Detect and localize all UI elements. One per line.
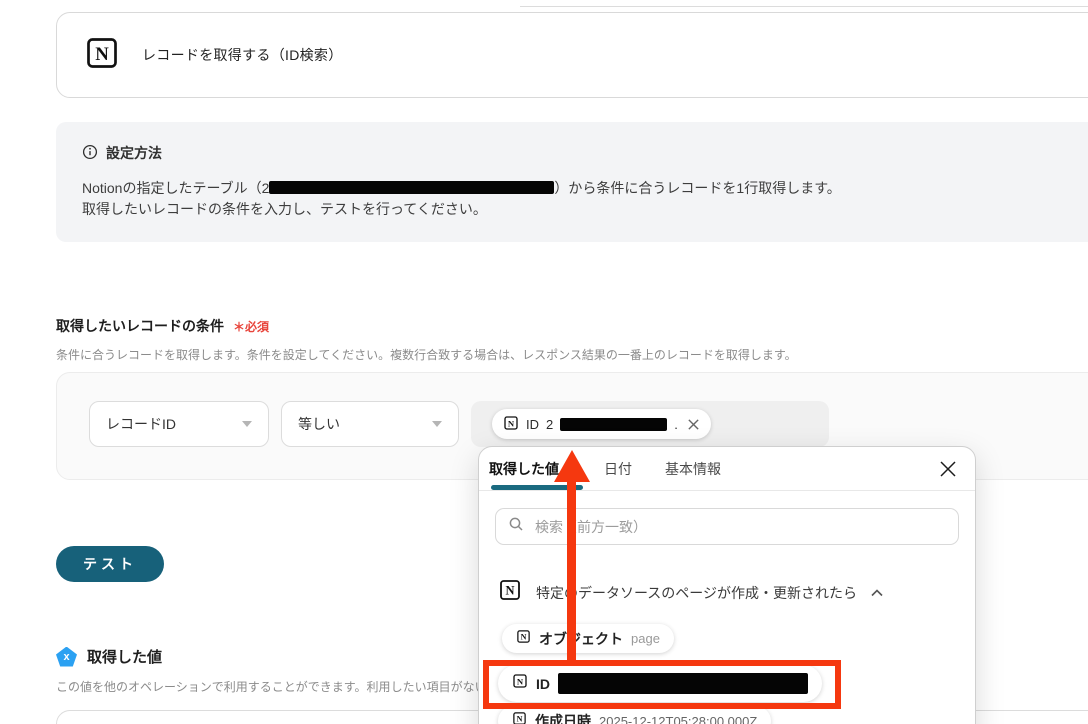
svg-text:N: N	[95, 43, 109, 64]
notion-icon: N	[516, 629, 531, 649]
value-tag-label: ID	[526, 416, 539, 432]
value-item-created-at[interactable]: N 作成日時 2025-12-12T05:28:00.000Z	[498, 706, 772, 724]
chevron-up-icon	[871, 588, 883, 597]
tab-date[interactable]: 日付	[604, 459, 632, 479]
condition-section-title: 取得したいレコードの条件	[56, 318, 224, 334]
info-heading-text: 設定方法	[106, 145, 162, 161]
info-body: Notionの指定したテーブル（2 ）から条件に合うレコードを1行取得します。 取…	[82, 180, 841, 217]
value-item-id[interactable]: N ID	[498, 665, 822, 702]
value-item-object[interactable]: N オブジェクト page	[502, 624, 674, 653]
value-tag-suffix: .	[674, 416, 678, 432]
info-icon	[82, 144, 98, 163]
tab-retrieved-values[interactable]: 取得した値	[489, 459, 559, 479]
notion-icon: N	[84, 35, 120, 76]
step-header-card: N レコードを取得する（ID検索）	[56, 12, 1088, 98]
condition-description: 条件に合うレコードを取得します。条件を設定してください。複数行合致する場合は、レ…	[56, 348, 797, 362]
search-icon	[508, 516, 524, 537]
svg-text:N: N	[505, 584, 514, 598]
value-tag[interactable]: N ID 2 .	[492, 409, 711, 439]
condition-value-field[interactable]: N ID 2 .	[471, 401, 829, 447]
tab-basic-info[interactable]: 基本情報	[665, 459, 721, 479]
top-divider	[520, 6, 1088, 7]
required-badge: ＊必須	[233, 320, 270, 334]
notion-icon: N	[512, 673, 528, 694]
page: N レコードを取得する（ID検索） 設定方法 Notionの指定したテーブル（2…	[0, 0, 1088, 724]
svg-text:N: N	[521, 632, 527, 641]
output-value-badge-icon: x	[56, 646, 77, 667]
setup-info-box: 設定方法 Notionの指定したテーブル（2 ）から条件に合うレコードを1行取得し…	[56, 122, 1088, 242]
value-tag-prefix: 2	[546, 416, 554, 432]
notion-icon: N	[512, 711, 527, 724]
chevron-down-icon	[242, 421, 252, 427]
notion-icon: N	[503, 415, 519, 434]
trigger-group-label: 特定のデータソースのページが作成・更新されたら	[536, 584, 858, 601]
output-section-title: 取得した値	[87, 649, 163, 666]
remove-tag-icon[interactable]	[687, 418, 700, 431]
test-button[interactable]: テスト	[56, 546, 164, 582]
redacted-id-value	[558, 673, 808, 694]
output-description: この値を他のオペレーションで利用することができます。利用したい項目がない場合は、	[56, 680, 535, 694]
search-input[interactable]	[533, 517, 946, 536]
popup-tabs: 取得した値 日付 基本情報	[479, 447, 975, 491]
operator-select[interactable]: 等しい	[281, 401, 459, 447]
close-icon[interactable]	[939, 460, 957, 478]
active-tab-indicator	[491, 485, 583, 490]
svg-text:N: N	[508, 418, 515, 428]
trigger-group-row[interactable]: N 特定のデータソースのページが作成・更新されたら	[498, 578, 883, 607]
step-title: レコードを取得する（ID検索）	[142, 47, 343, 63]
record-field-select[interactable]: レコードID	[89, 401, 269, 447]
svg-text:N: N	[517, 715, 523, 724]
notion-icon: N	[498, 578, 522, 607]
svg-text:N: N	[517, 676, 524, 686]
chevron-down-icon	[432, 421, 442, 427]
value-picker-popup: 取得した値 日付 基本情報 N 特定のデータソースのページが作成・更新されたら	[478, 446, 976, 724]
redacted-record-id	[560, 417, 668, 431]
popup-search-box[interactable]	[495, 508, 959, 545]
redacted-table-id	[269, 181, 555, 194]
